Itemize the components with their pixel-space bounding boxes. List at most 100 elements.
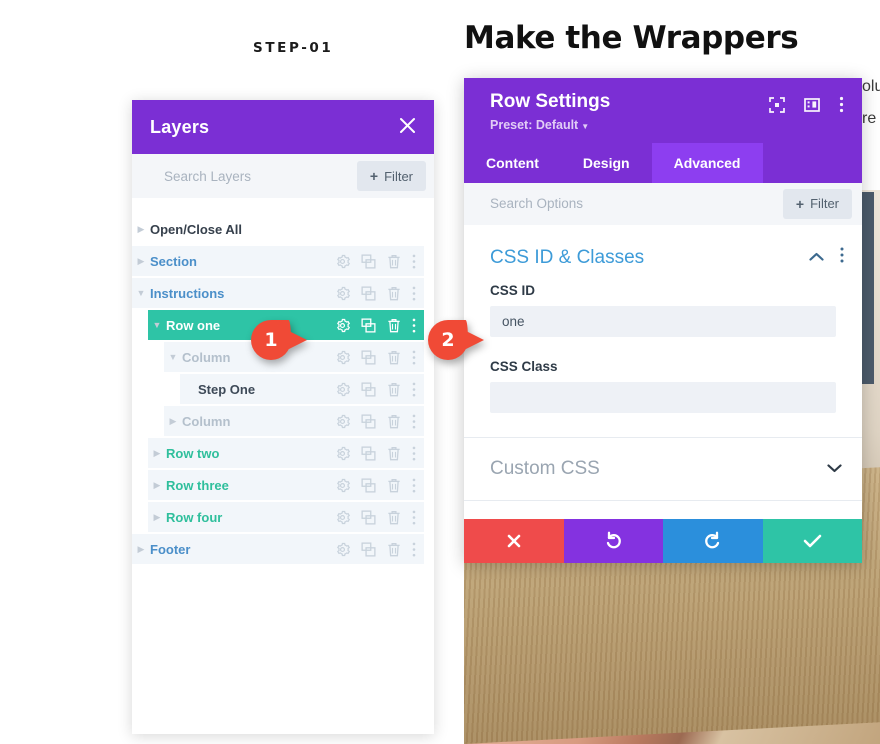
- chevron-right-icon[interactable]: ▶: [132, 256, 150, 266]
- layer-row-section[interactable]: ▶ Section: [132, 246, 424, 276]
- layer-row-row-two[interactable]: ▶ Row two: [148, 438, 424, 468]
- tab-design[interactable]: Design: [561, 143, 652, 183]
- chevron-right-icon[interactable]: ▶: [148, 480, 166, 490]
- layer-label: Open/Close All: [150, 221, 242, 237]
- duplicate-icon[interactable]: [361, 349, 376, 365]
- duplicate-icon[interactable]: [361, 381, 376, 397]
- layer-row-actions: [325, 381, 416, 397]
- css-id-input[interactable]: [490, 305, 836, 337]
- chevron-down-icon[interactable]: [827, 460, 842, 478]
- css-class-input[interactable]: [490, 381, 836, 413]
- layer-row-instructions[interactable]: ▼ Instructions: [132, 278, 424, 308]
- gear-icon[interactable]: [335, 510, 350, 525]
- more-vertical-icon[interactable]: [412, 446, 416, 461]
- more-vertical-icon[interactable]: [412, 542, 416, 557]
- layer-row-step-one[interactable]: Step One: [180, 374, 424, 404]
- trash-icon[interactable]: [387, 510, 401, 525]
- duplicate-icon[interactable]: [361, 445, 376, 461]
- layer-row-column[interactable]: ▶ Column: [164, 406, 424, 436]
- layer-row-actions: [325, 541, 416, 557]
- layer-label: Column: [182, 413, 231, 429]
- more-vertical-icon[interactable]: [839, 96, 844, 118]
- trash-icon[interactable]: [387, 286, 401, 301]
- trash-icon[interactable]: [387, 446, 401, 461]
- gear-icon[interactable]: [335, 318, 350, 333]
- layers-filter-button[interactable]: + Filter: [356, 161, 426, 191]
- trash-icon[interactable]: [387, 542, 401, 557]
- duplicate-icon[interactable]: [361, 509, 376, 525]
- layer-row-row-four[interactable]: ▶ Row four: [148, 502, 424, 532]
- save-button[interactable]: [762, 518, 862, 563]
- gear-icon[interactable]: [335, 254, 350, 269]
- gear-icon[interactable]: [335, 350, 350, 365]
- gear-icon[interactable]: [335, 446, 350, 461]
- tab-content[interactable]: Content: [464, 143, 561, 183]
- layer-row-footer[interactable]: ▶ Footer: [132, 534, 424, 564]
- options-search-bar: Search Options + Filter: [464, 182, 862, 225]
- more-vertical-icon[interactable]: [412, 350, 416, 365]
- trash-icon[interactable]: [387, 478, 401, 493]
- clipped-page-text-1: olu: [862, 78, 880, 95]
- callout-number: 1: [264, 329, 278, 351]
- redo-button[interactable]: [663, 518, 763, 563]
- gear-icon[interactable]: [335, 382, 350, 397]
- chevron-up-icon[interactable]: [809, 249, 824, 267]
- options-filter-button[interactable]: + Filter: [782, 188, 852, 219]
- chevron-right-icon[interactable]: ▶: [132, 224, 150, 234]
- callout-marker-2: 2: [428, 320, 484, 360]
- trash-icon[interactable]: [387, 254, 401, 269]
- layer-row-row-three[interactable]: ▶ Row three: [148, 470, 424, 500]
- duplicate-icon[interactable]: [361, 285, 376, 301]
- gear-icon[interactable]: [335, 286, 350, 301]
- chevron-down-icon[interactable]: ▼: [164, 352, 182, 362]
- chevron-down-icon[interactable]: ▼: [132, 288, 150, 298]
- row-settings-footer: [464, 518, 862, 563]
- layer-row-open-close-all[interactable]: ▶ Open/Close All: [132, 214, 424, 244]
- css-id-classes-section-header[interactable]: CSS ID & Classes: [464, 225, 862, 283]
- more-vertical-icon[interactable]: [412, 478, 416, 493]
- clipped-page-text-2: re: [862, 110, 877, 127]
- cancel-button[interactable]: [464, 518, 564, 563]
- more-vertical-icon[interactable]: [412, 254, 416, 269]
- more-vertical-icon[interactable]: [412, 286, 416, 301]
- layer-row-actions: [325, 253, 416, 269]
- gear-icon[interactable]: [335, 542, 350, 557]
- step-label: STEP-01: [253, 40, 334, 56]
- css-id-field-block: CSS ID: [464, 283, 862, 337]
- more-vertical-icon[interactable]: [412, 510, 416, 525]
- chevron-right-icon[interactable]: ▶: [132, 544, 150, 554]
- callout-number: 2: [441, 329, 455, 351]
- tab-advanced[interactable]: Advanced: [651, 142, 763, 183]
- layer-label: Row two: [166, 445, 220, 461]
- chevron-right-icon[interactable]: ▶: [164, 416, 182, 426]
- trash-icon[interactable]: [387, 382, 401, 397]
- duplicate-icon[interactable]: [361, 477, 376, 493]
- chevron-right-icon[interactable]: ▶: [148, 512, 166, 522]
- duplicate-icon[interactable]: [361, 253, 376, 269]
- duplicate-icon[interactable]: [361, 541, 376, 557]
- search-options-input[interactable]: Search Options: [490, 196, 583, 211]
- more-vertical-icon[interactable]: [412, 382, 416, 397]
- more-vertical-icon[interactable]: [412, 318, 416, 333]
- more-vertical-icon[interactable]: [840, 247, 844, 268]
- close-icon[interactable]: [399, 117, 416, 138]
- layout-icon[interactable]: [804, 97, 820, 118]
- trash-icon[interactable]: [387, 318, 401, 333]
- layers-panel: Layers Search Layers + Filter ▶ Open/Clo…: [132, 100, 434, 734]
- duplicate-icon[interactable]: [361, 317, 376, 333]
- duplicate-icon[interactable]: [361, 413, 376, 429]
- trash-icon[interactable]: [387, 414, 401, 429]
- custom-css-section-header[interactable]: Custom CSS: [464, 438, 862, 500]
- chevron-right-icon[interactable]: ▶: [148, 448, 166, 458]
- undo-button[interactable]: [563, 518, 663, 563]
- panel-scrollbar[interactable]: [862, 192, 874, 384]
- gear-icon[interactable]: [335, 414, 350, 429]
- preset-selector[interactable]: Preset: Default ▼: [490, 118, 610, 132]
- chevron-down-icon[interactable]: ▼: [148, 320, 166, 330]
- gear-icon[interactable]: [335, 478, 350, 493]
- more-vertical-icon[interactable]: [412, 414, 416, 429]
- focus-icon[interactable]: [769, 96, 785, 118]
- trash-icon[interactable]: [387, 350, 401, 365]
- options-filter-label: Filter: [810, 196, 839, 212]
- search-layers-input[interactable]: Search Layers: [164, 169, 251, 184]
